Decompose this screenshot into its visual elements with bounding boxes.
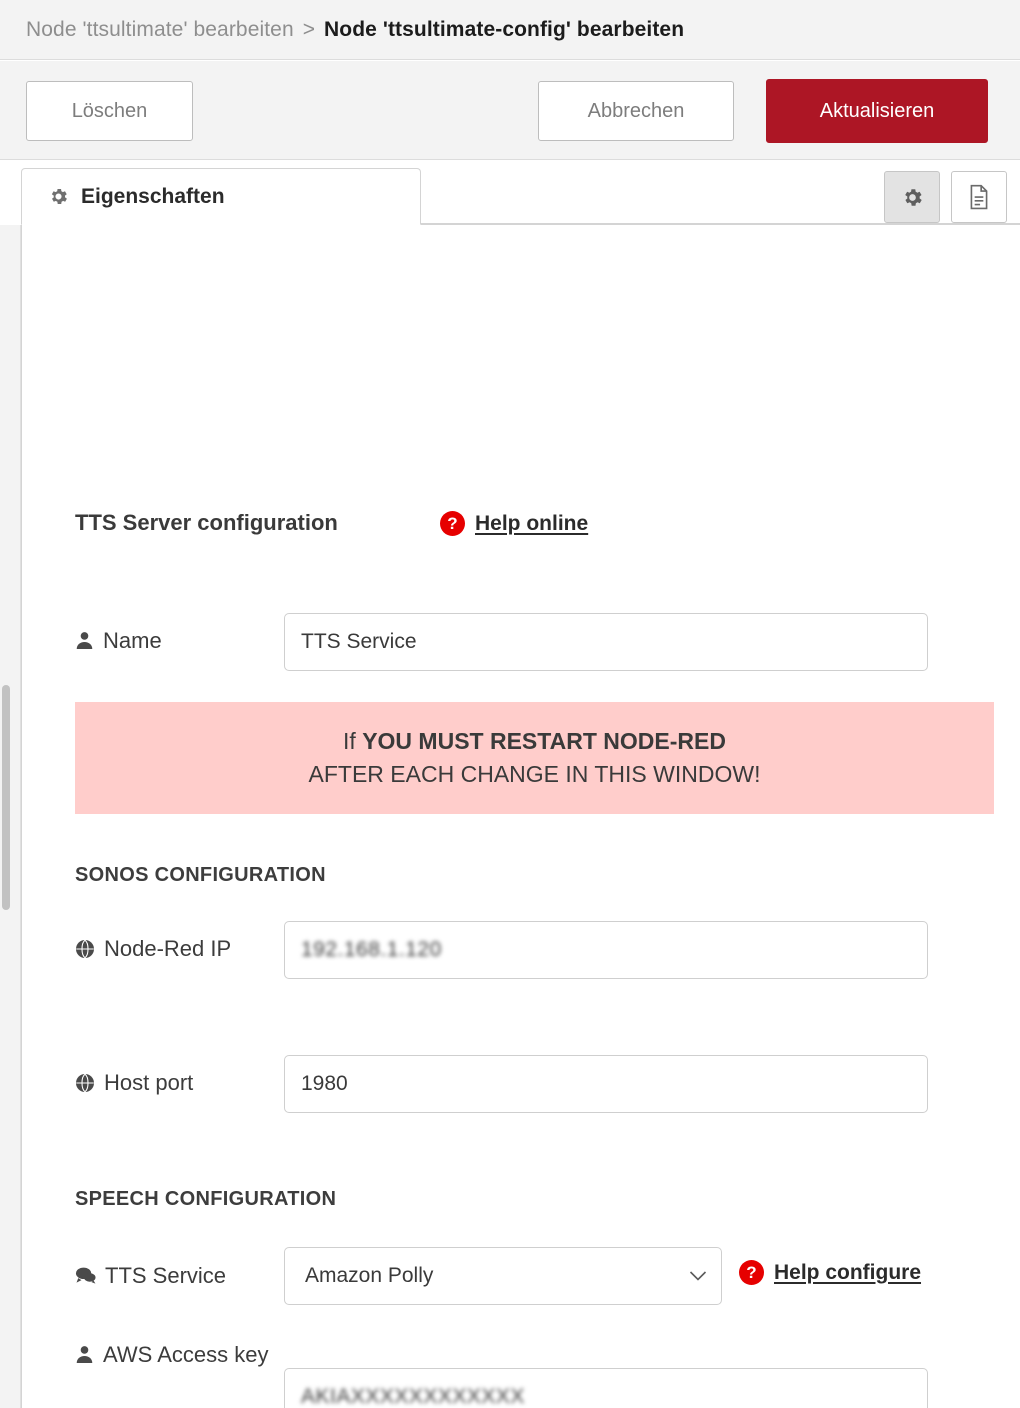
restart-warning-banner: If YOU MUST RESTART NODE-RED AFTER EACH … xyxy=(75,702,994,814)
tts-service-value: Amazon Polly xyxy=(305,1264,434,1287)
vertical-scrollbar-thumb[interactable] xyxy=(2,685,10,910)
dialog-toolbar: Löschen Abbrechen Aktualisieren xyxy=(0,61,1020,160)
name-label: Name xyxy=(75,621,162,661)
comments-icon xyxy=(75,1266,96,1285)
host-port-label: Host port xyxy=(75,1063,193,1103)
delete-button[interactable]: Löschen xyxy=(26,81,193,141)
update-button[interactable]: Aktualisieren xyxy=(766,79,988,143)
properties-view-button[interactable] xyxy=(884,171,940,223)
host-port-label-text: Host port xyxy=(104,1070,194,1095)
tab-properties[interactable]: Eigenschaften xyxy=(21,168,421,225)
nodered-ip-label-text: Node-Red IP xyxy=(104,936,232,961)
nodered-ip-input[interactable]: 192.168.1.120 xyxy=(284,921,928,979)
help-online-link[interactable]: ? Help online xyxy=(440,511,588,536)
sonos-section-heading: SONOS CONFIGURATION xyxy=(75,864,326,886)
speech-section-heading: SPEECH CONFIGURATION xyxy=(75,1188,337,1210)
description-view-button[interactable] xyxy=(951,171,1007,223)
chevron-down-icon xyxy=(689,1271,707,1282)
globe-icon xyxy=(75,1073,95,1093)
user-icon xyxy=(75,1345,94,1364)
warning-strong: YOU MUST RESTART NODE-RED xyxy=(362,728,726,754)
aws-access-key-input[interactable]: AKIAXXXXXXXXXXXX xyxy=(284,1368,928,1408)
name-input[interactable]: TTS Service xyxy=(284,613,928,671)
breadcrumb-separator: > xyxy=(302,17,316,41)
name-label-text: Name xyxy=(103,628,162,653)
tab-properties-label: Eigenschaften xyxy=(81,184,225,208)
warning-line-1: If YOU MUST RESTART NODE-RED xyxy=(343,728,726,755)
gear-icon xyxy=(48,186,69,207)
host-port-input[interactable]: 1980 xyxy=(284,1055,928,1113)
nodered-ip-value: 192.168.1.120 xyxy=(301,938,442,961)
host-port-value: 1980 xyxy=(301,1072,348,1095)
help-online-label: Help online xyxy=(475,511,589,535)
breadcrumb: Node 'ttsultimate' bearbeiten > Node 'tt… xyxy=(0,0,1020,60)
node-red-config-dialog: Node 'ttsultimate' bearbeiten > Node 'tt… xyxy=(0,0,1020,1408)
question-mark-icon: ? xyxy=(739,1260,764,1285)
warning-prefix: If xyxy=(343,728,363,754)
help-configure-label: Help configure xyxy=(774,1260,922,1284)
aws-access-key-value: AKIAXXXXXXXXXXXX xyxy=(301,1385,525,1408)
panel-gutter xyxy=(0,225,21,1408)
aws-access-key-label-text: AWS Access key xyxy=(103,1342,269,1367)
breadcrumb-current: Node 'ttsultimate-config' bearbeiten xyxy=(324,17,685,41)
globe-icon xyxy=(75,939,95,959)
warning-line-2: AFTER EACH CHANGE IN THIS WINDOW! xyxy=(308,761,761,787)
aws-access-key-label: AWS Access key xyxy=(75,1335,275,1375)
tts-service-label: TTS Service xyxy=(75,1256,226,1296)
description-icon xyxy=(967,184,991,210)
question-mark-icon: ? xyxy=(440,511,465,536)
config-title: TTS Server configuration xyxy=(75,510,338,535)
help-configure-link[interactable]: ? Help configure xyxy=(739,1260,921,1285)
cancel-button[interactable]: Abbrechen xyxy=(538,81,734,141)
name-input-value: TTS Service xyxy=(301,630,417,653)
tts-service-label-text: TTS Service xyxy=(105,1263,227,1288)
user-icon xyxy=(75,631,94,650)
nodered-ip-label: Node-Red IP xyxy=(75,929,231,969)
properties-panel: TTS Server configuration ? Help online N… xyxy=(21,225,1020,1408)
gear-icon xyxy=(901,186,924,209)
breadcrumb-parent[interactable]: Node 'ttsultimate' bearbeiten xyxy=(26,18,294,42)
tts-service-select[interactable]: Amazon Polly xyxy=(284,1247,722,1305)
